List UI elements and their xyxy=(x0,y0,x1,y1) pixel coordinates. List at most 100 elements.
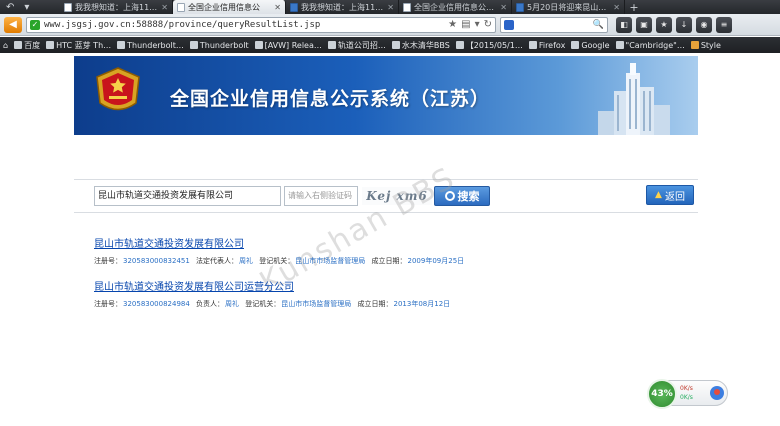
tab-1[interactable]: 全国企业信用信息公 ✕ xyxy=(173,0,286,14)
site-title: 全国企业信用信息公示系统（江苏） xyxy=(170,88,491,110)
search-icon[interactable]: 🔍 xyxy=(593,20,604,30)
close-icon[interactable]: ✕ xyxy=(613,3,620,12)
bookmark-item[interactable]: "Cambridge"… xyxy=(615,40,685,50)
tab-title: 全国企业信用信息公 xyxy=(188,2,260,12)
tab-title: 我我想知道：上海11… xyxy=(301,2,384,12)
close-icon[interactable]: ✕ xyxy=(500,3,507,12)
download-speed: 0K/s xyxy=(680,394,693,401)
bookmark-icon xyxy=(46,41,55,49)
bookmark-label: Thunderbolt xyxy=(199,40,249,50)
page-content: 全国企业信用信息公示系统（江苏） 昆山市轨道交通投资发展有限公司 请输入右侧验证… xyxy=(0,53,780,426)
back-button[interactable]: ◀ xyxy=(4,16,22,33)
auth-name: 昆山市市场监督管理局 xyxy=(281,300,352,308)
nav-toolbar: ◀ ✓ www.jsgsj.gov.cn:58888/province/quer… xyxy=(0,14,780,36)
bookmark-icon xyxy=(117,41,126,49)
tab-3[interactable]: 全国企业信用信息公… ✕ xyxy=(399,0,512,14)
bookmark-label: Google xyxy=(581,40,610,50)
bookmark-folder[interactable]: Style xyxy=(690,41,721,50)
captcha-input[interactable]: 请输入右侧验证码 xyxy=(284,186,358,206)
tab-4[interactable]: 5月20日将迎来昆山… ✕ xyxy=(512,0,625,14)
chevron-down-icon[interactable]: ▾ xyxy=(475,19,480,30)
bookmark-icon xyxy=(14,41,23,49)
result-company-link[interactable]: 昆山市轨道交通投资发展有限公司运营分公司 xyxy=(94,278,294,293)
home-icon[interactable]: ⌂ xyxy=(3,41,8,50)
arrow-up-icon: ▲ xyxy=(655,190,662,200)
speed-widget[interactable]: 43% 0K/s 0K/s xyxy=(647,379,728,409)
memory-percent[interactable]: 43% xyxy=(647,379,677,409)
national-emblem-icon xyxy=(96,67,140,111)
est-date: 2013年08月12日 xyxy=(393,300,451,308)
bookmark-item[interactable]: 百度 xyxy=(14,40,40,51)
bookmark-icon xyxy=(615,41,624,49)
bookmark-label: 【2015/05/1… xyxy=(465,40,523,50)
game-icon[interactable]: ◉ xyxy=(696,16,712,33)
close-icon[interactable]: ✕ xyxy=(161,3,168,12)
bookmark-icon xyxy=(189,41,198,49)
menu-icon[interactable]: ≡ xyxy=(716,16,732,33)
bookmark-item[interactable]: HTC 蓝芽 Th… xyxy=(46,40,111,51)
result-item: 昆山市轨道交通投资发展有限公司运营分公司 注册号：320583000824984… xyxy=(94,278,454,309)
bookmark-icon xyxy=(571,41,580,49)
auth-name: 昆山市市场监督管理局 xyxy=(295,257,366,265)
bookmark-item[interactable]: 水木清华BBS xyxy=(391,40,450,51)
tab-title: 全国企业信用信息公… xyxy=(414,2,494,12)
bookmark-icon xyxy=(391,41,400,49)
folder-icon xyxy=(690,41,699,49)
search-engine-icon[interactable] xyxy=(504,19,514,30)
download-icon[interactable]: ↓ xyxy=(676,16,692,33)
reg-number: 320583000832451 xyxy=(123,257,190,265)
result-item: 昆山市轨道交通投资发展有限公司 注册号：320583000832451 法定代表… xyxy=(94,235,468,266)
toolbar-buttons: ◧ ▣ ★ ↓ ◉ ≡ xyxy=(616,16,732,33)
upload-speed: 0K/s xyxy=(680,385,693,392)
date-label: 成立日期： xyxy=(371,257,407,265)
tab-list-icon[interactable]: ▾ xyxy=(24,2,29,13)
addon-icon[interactable]: ◧ xyxy=(616,16,632,33)
bookmark-label: 轨道公司招… xyxy=(337,40,386,50)
rocket-icon[interactable] xyxy=(710,386,724,400)
address-bar[interactable]: ✓ www.jsgsj.gov.cn:58888/province/queryR… xyxy=(26,16,496,33)
tab-strip-nav: ↶ ▾ xyxy=(0,0,60,14)
company-name-input[interactable]: 昆山市轨道交通投资发展有限公司 xyxy=(94,186,281,206)
bookmark-label: HTC 蓝芽 Th… xyxy=(56,40,112,50)
auth-label: 登记机关： xyxy=(245,300,281,308)
bookmark-item[interactable]: Thunderbolt… xyxy=(117,41,184,50)
doc-icon xyxy=(177,2,185,12)
search-box[interactable]: 🔍 xyxy=(500,16,608,33)
building-icon xyxy=(598,63,670,135)
rep-name: 周礼 xyxy=(239,257,254,265)
new-tab-button[interactable]: + xyxy=(625,0,643,14)
rep-label: 负责人： xyxy=(196,300,225,308)
bookmark-label: "Cambridge"… xyxy=(625,40,685,50)
undo-close-icon[interactable]: ↶ xyxy=(6,2,14,13)
check-icon: ✓ xyxy=(30,19,40,30)
tab-0[interactable]: 我我想知道：上海11… ✕ xyxy=(60,0,173,14)
reg-number: 320583000824984 xyxy=(123,300,190,308)
bookmark-label: 百度 xyxy=(24,40,41,50)
bookmark-item[interactable]: 【2015/05/1… xyxy=(455,40,523,51)
bookmark-item[interactable]: Firefox xyxy=(528,40,566,50)
url-text: www.jsgsj.gov.cn:58888/province/queryRes… xyxy=(44,19,321,30)
star-icon[interactable]: ★ xyxy=(656,16,672,33)
bookmark-label: Firefox xyxy=(538,40,566,50)
return-button[interactable]: ▲ 返回 xyxy=(646,185,694,205)
result-company-link[interactable]: 昆山市轨道交通投资发展有限公司 xyxy=(94,235,244,250)
auth-label: 登记机关： xyxy=(259,257,295,265)
bookmark-label: Thunderbolt… xyxy=(127,40,184,50)
bookmark-item[interactable]: [AVW] Relea… xyxy=(254,40,322,50)
bookmark-item[interactable]: 轨道公司招… xyxy=(327,40,386,51)
bookmark-item[interactable]: Google xyxy=(571,40,610,50)
close-icon[interactable]: ✕ xyxy=(274,3,281,12)
tab-strip: ↶ ▾ 我我想知道：上海11… ✕ 全国企业信用信息公 ✕ 我我想知道：上海11… xyxy=(0,0,780,14)
bookmark-label: [AVW] Relea… xyxy=(264,40,322,50)
star-icon[interactable]: ★ xyxy=(448,19,457,30)
tab-2[interactable]: 我我想知道：上海11… ✕ xyxy=(286,0,399,14)
close-icon[interactable]: ✕ xyxy=(387,3,394,12)
bookmark-item[interactable]: Thunderbolt xyxy=(189,40,249,50)
rep-label: 法定代表人： xyxy=(196,257,239,265)
reload-icon[interactable]: ↻ xyxy=(484,19,492,30)
reg-label: 注册号： xyxy=(94,300,122,308)
rss-icon[interactable]: ▤ xyxy=(461,19,470,30)
bookmark-icon xyxy=(327,41,336,49)
lock-icon[interactable]: ▣ xyxy=(636,16,652,33)
blue-icon xyxy=(290,2,298,12)
